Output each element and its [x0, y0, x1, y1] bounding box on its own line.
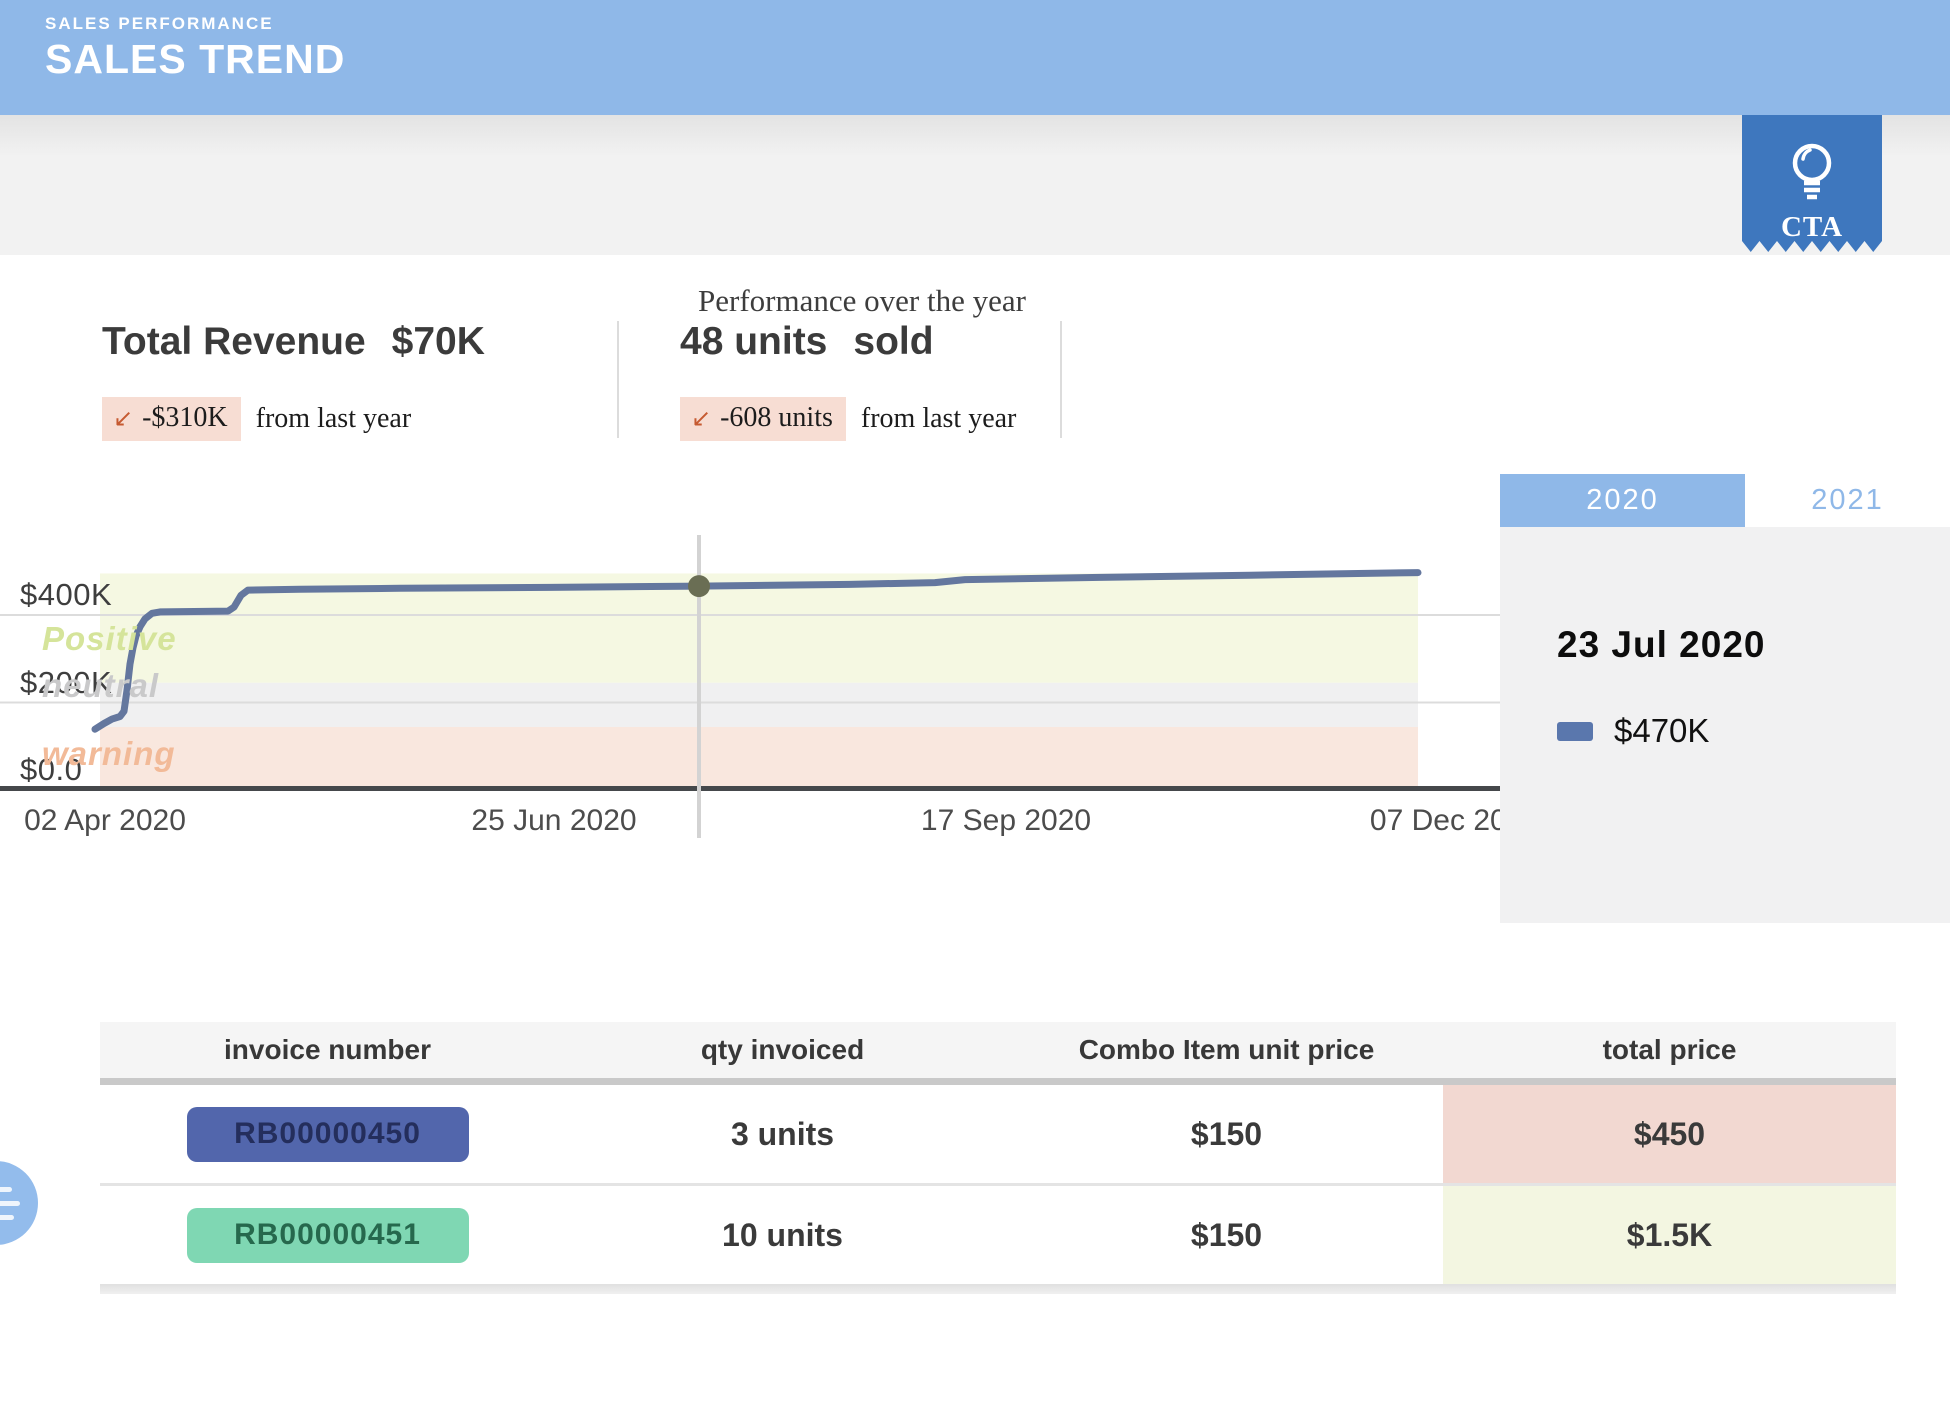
- column-header-Combo-Item-unit-price: Combo Item unit price: [1010, 1022, 1443, 1078]
- lightbulb-icon: [1742, 115, 1882, 210]
- change-suffix: from last year: [256, 403, 412, 435]
- invoice-cell: RB00000450: [100, 1085, 555, 1183]
- zone-label-neutral: neutral: [42, 667, 159, 705]
- kpi-divider: [617, 321, 619, 438]
- zone-positive: [100, 573, 1418, 682]
- cta-label: CTA: [1742, 211, 1882, 244]
- invoice-cell: RB00000451: [100, 1186, 555, 1284]
- zone-label-positive: Positive: [42, 620, 177, 658]
- unit-price-cell: $150: [1010, 1186, 1443, 1284]
- x-tick-02-Apr-2020: 02 Apr 2020: [24, 804, 186, 838]
- invoice-badge[interactable]: RB00000451: [187, 1208, 469, 1263]
- subheader-text: Performance over the year: [698, 283, 1026, 319]
- kpi-total-revenue-title: Total Revenue: [102, 320, 366, 363]
- page-title: SALES TREND: [45, 36, 345, 83]
- kpi-units-sold: 48 units sold: [680, 320, 934, 364]
- tooltip-body: 23 Jul 2020 $470K: [1500, 527, 1950, 923]
- qty-cell: 10 units: [555, 1186, 1010, 1284]
- kpi-total-revenue: Total Revenue $70K: [102, 320, 485, 364]
- x-tick-25-Jun-2020: 25 Jun 2020: [471, 804, 636, 838]
- table-bottom-border: [100, 1284, 1896, 1294]
- column-header-total-price: total price: [1443, 1022, 1896, 1078]
- kpi-total-revenue-value: $70K: [392, 320, 485, 363]
- tooltip-legend-row: $470K: [1557, 712, 1709, 750]
- down-left-arrow-icon: ↙: [691, 404, 711, 432]
- kpi-total-revenue-change: ↙ -$310K from last year: [102, 396, 411, 442]
- year-tooltip-panel: 20202021 23 Jul 2020 $470K: [1500, 474, 1950, 923]
- column-header-invoice-number: invoice number: [100, 1022, 555, 1078]
- kpi-units-sold-title: 48 units: [680, 320, 827, 363]
- tooltip-value: $470K: [1614, 712, 1709, 750]
- kpi-units-sold-change: ↙ -608 units from last year: [680, 396, 1016, 442]
- table-row[interactable]: RB00000451 10 units$150$1.5K: [100, 1186, 1896, 1284]
- kpi-units-sold-value: sold: [853, 320, 933, 363]
- subheader-band: Performance over the year: [0, 115, 1950, 255]
- series-line-revenue 2020: [95, 573, 1418, 730]
- change-badge: ↙ -$310K: [102, 397, 241, 441]
- kpi-divider: [1060, 321, 1062, 438]
- y-tick-$400K: $400K: [20, 577, 112, 613]
- qty-cell: 3 units: [555, 1085, 1010, 1183]
- table-header-row: invoice numberqty invoicedCombo Item uni…: [100, 1022, 1896, 1078]
- app-header: SALES PERFORMANCE SALES TREND: [0, 0, 1950, 115]
- change-value: -608 units: [720, 402, 833, 434]
- tab-2020[interactable]: 2020: [1500, 474, 1745, 527]
- change-value: -$310K: [142, 402, 228, 434]
- table-row[interactable]: RB00000450 3 units$150$450: [100, 1085, 1896, 1183]
- total-price-cell: $1.5K: [1443, 1186, 1896, 1284]
- cta-button[interactable]: CTA: [1742, 115, 1882, 252]
- unit-price-cell: $150: [1010, 1085, 1443, 1183]
- invoice-badge[interactable]: RB00000450: [187, 1107, 469, 1162]
- tab-2021[interactable]: 2021: [1745, 474, 1950, 527]
- change-suffix: from last year: [861, 403, 1017, 435]
- tooltip-date: 23 Jul 2020: [1557, 624, 1765, 666]
- x-tick-17-Sep-2020: 17 Sep 2020: [921, 804, 1091, 838]
- year-tabs: 20202021: [1500, 474, 1950, 527]
- x-axis-line: [0, 786, 1500, 791]
- column-header-qty-invoiced: qty invoiced: [555, 1022, 1010, 1078]
- zone-label-warning: warning: [42, 735, 176, 773]
- header-eyebrow: SALES PERFORMANCE: [45, 14, 274, 34]
- table-header-divider: [100, 1078, 1896, 1085]
- marker-dot: [688, 575, 710, 597]
- total-price-cell: $450: [1443, 1085, 1896, 1183]
- down-left-arrow-icon: ↙: [113, 404, 133, 432]
- menu-fab-button[interactable]: [0, 1161, 38, 1245]
- change-badge: ↙ -608 units: [680, 397, 846, 441]
- zone-warning: [100, 727, 1418, 790]
- zone-neutral: [100, 683, 1418, 727]
- series-swatch-icon: [1557, 722, 1593, 741]
